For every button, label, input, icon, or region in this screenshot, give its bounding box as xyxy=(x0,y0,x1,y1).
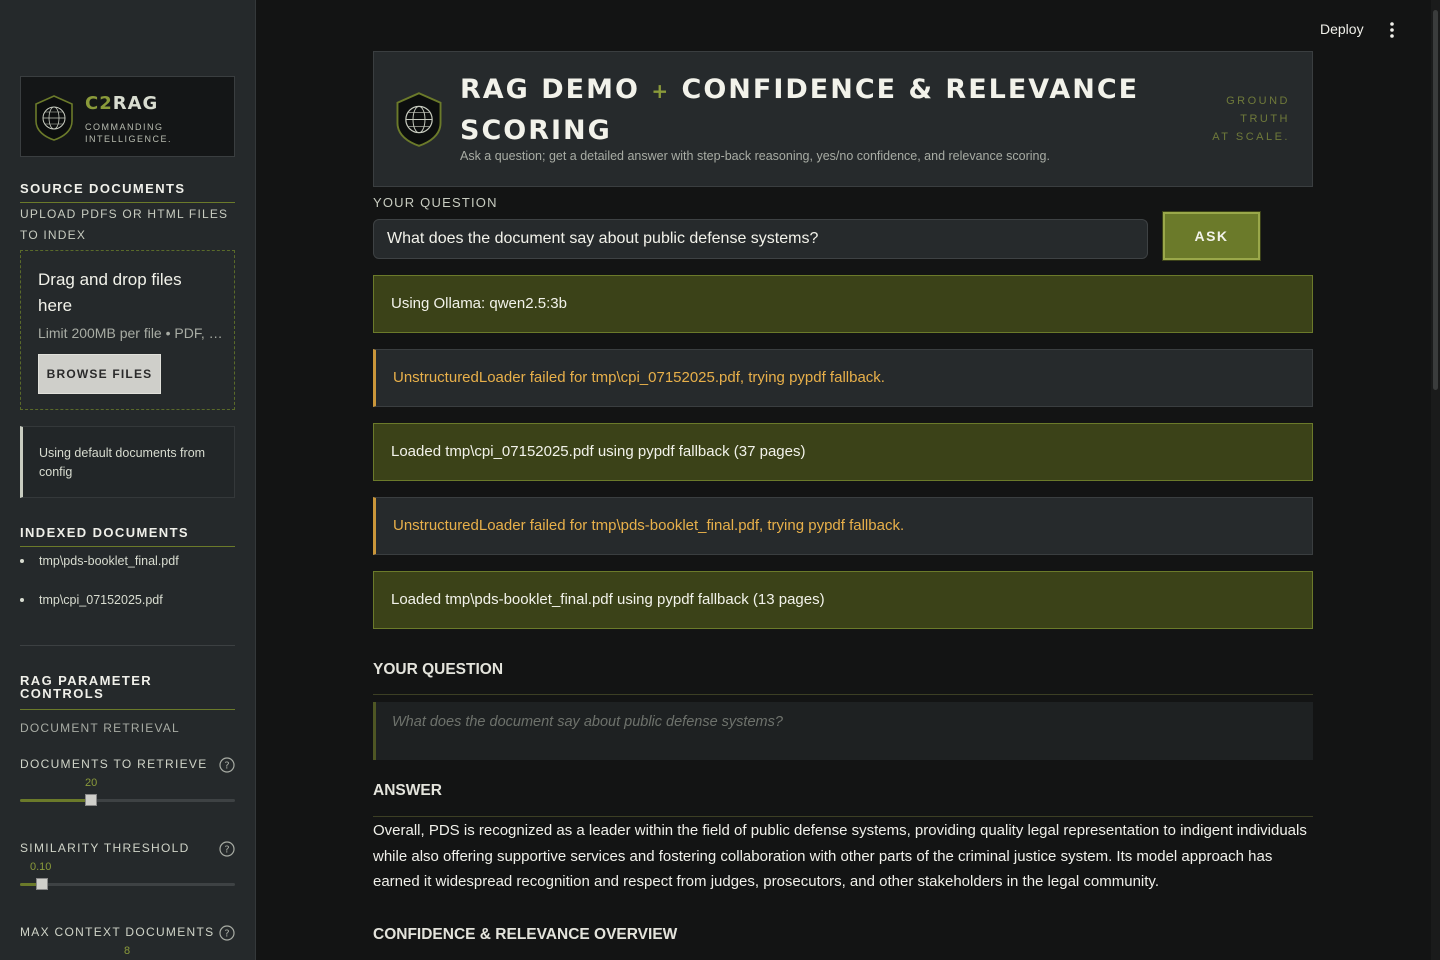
slider-handle[interactable] xyxy=(84,794,97,806)
scrollbar[interactable] xyxy=(1431,0,1440,960)
docs-to-retrieve-value: 20 xyxy=(85,777,98,789)
header-card: RAG DEMO + CONFIDENCE & RELEVANCE SCORIN… xyxy=(373,51,1313,187)
warning-alert: UnstructuredLoader failed for tmp\cpi_07… xyxy=(373,349,1313,407)
document-retrieval-subheading: DOCUMENT RETRIEVAL xyxy=(20,721,180,735)
globe-shield-icon xyxy=(35,95,73,141)
logo-title: C2RAG xyxy=(85,93,159,114)
question-input[interactable] xyxy=(373,219,1148,259)
question-echo: What does the document say about public … xyxy=(373,702,1313,760)
kebab-menu-icon[interactable] xyxy=(1385,20,1399,40)
svg-text:?: ? xyxy=(224,929,229,940)
similarity-threshold-value: 0.10 xyxy=(30,861,52,873)
browse-files-button[interactable]: BROWSE FILES xyxy=(38,354,161,394)
source-documents-subheading: UPLOAD PDFS OR HTML FILES TO INDEX xyxy=(20,207,229,242)
overview-heading: CONFIDENCE & RELEVANCE OVERVIEW xyxy=(373,926,678,943)
answer-text: Overall, PDS is recognized as a leader w… xyxy=(373,822,1307,890)
divider xyxy=(373,816,1313,817)
similarity-threshold-label: SIMILARITY THRESHOLD xyxy=(20,841,190,855)
tagline: GROUND TRUTH AT SCALE. xyxy=(1212,95,1290,143)
info-box: Using default documents from config xyxy=(20,426,235,498)
indexed-documents-list: tmp\pds-booklet_final.pdf tmp\cpi_071520… xyxy=(20,552,235,630)
ask-button[interactable]: ASK xyxy=(1163,212,1260,260)
max-context-docs-value: 8 xyxy=(124,945,131,957)
docs-to-retrieve-slider[interactable] xyxy=(20,794,235,806)
source-documents-heading: SOURCE DOCUMENTS xyxy=(20,181,186,196)
indexed-documents-heading: INDEXED DOCUMENTS xyxy=(20,525,189,540)
similarity-threshold-slider[interactable] xyxy=(20,878,235,890)
slider-handle[interactable] xyxy=(35,878,48,890)
divider xyxy=(20,546,235,547)
file-dropzone[interactable]: Drag and drop files here Limit 200MB per… xyxy=(20,250,235,410)
divider xyxy=(20,709,235,710)
question-echo-text: What does the document say about public … xyxy=(392,714,783,730)
warning-alert: UnstructuredLoader failed for tmp\pds-bo… xyxy=(373,497,1313,555)
divider xyxy=(20,645,235,646)
success-alert: Loaded tmp\cpi_07152025.pdf using pypdf … xyxy=(373,423,1313,481)
docs-to-retrieve-label: DOCUMENTS TO RETRIEVE xyxy=(20,757,208,771)
dropzone-limit: Limit 200MB per file • PDF, HTML xyxy=(38,325,223,341)
divider xyxy=(373,694,1313,695)
logo-subtitle: COMMANDING INTELLIGENCE. xyxy=(85,122,173,144)
info-text: Using default documents from config xyxy=(39,446,206,479)
success-alert: Loaded tmp\pds-booklet_final.pdf using p… xyxy=(373,571,1313,629)
slider-fill xyxy=(20,799,91,802)
svg-text:?: ? xyxy=(224,761,229,772)
question-label: YOUR QUESTION xyxy=(373,195,498,210)
svg-text:?: ? xyxy=(224,845,229,856)
question-echo-heading: YOUR QUESTION xyxy=(373,661,504,678)
success-alert: Using Ollama: qwen2.5:3b xyxy=(373,275,1313,333)
deploy-button[interactable]: Deploy xyxy=(1320,21,1364,37)
rag-parameter-heading: RAG PARAMETER CONTROLS xyxy=(20,673,153,701)
divider xyxy=(20,202,235,203)
help-icon[interactable]: ? xyxy=(219,757,235,773)
sidebar: C2RAG COMMANDING INTELLIGENCE. SOURCE DO… xyxy=(0,0,256,960)
page-subtitle: Ask a question; get a detailed answer wi… xyxy=(460,149,1050,163)
answer-heading: ANSWER xyxy=(373,782,442,799)
dropzone-title: Drag and drop files here xyxy=(38,270,182,315)
list-item: tmp\pds-booklet_final.pdf xyxy=(20,552,235,591)
logo: C2RAG COMMANDING INTELLIGENCE. xyxy=(20,76,235,157)
page-title: RAG DEMO + CONFIDENCE & RELEVANCE SCORIN… xyxy=(460,74,1140,146)
max-context-docs-label: MAX CONTEXT DOCUMENTS xyxy=(20,925,215,939)
scrollbar-thumb[interactable] xyxy=(1433,10,1438,390)
list-item: tmp\cpi_07152025.pdf xyxy=(20,591,235,630)
globe-shield-icon xyxy=(396,92,442,147)
help-icon[interactable]: ? xyxy=(219,925,235,941)
help-icon[interactable]: ? xyxy=(219,841,235,857)
